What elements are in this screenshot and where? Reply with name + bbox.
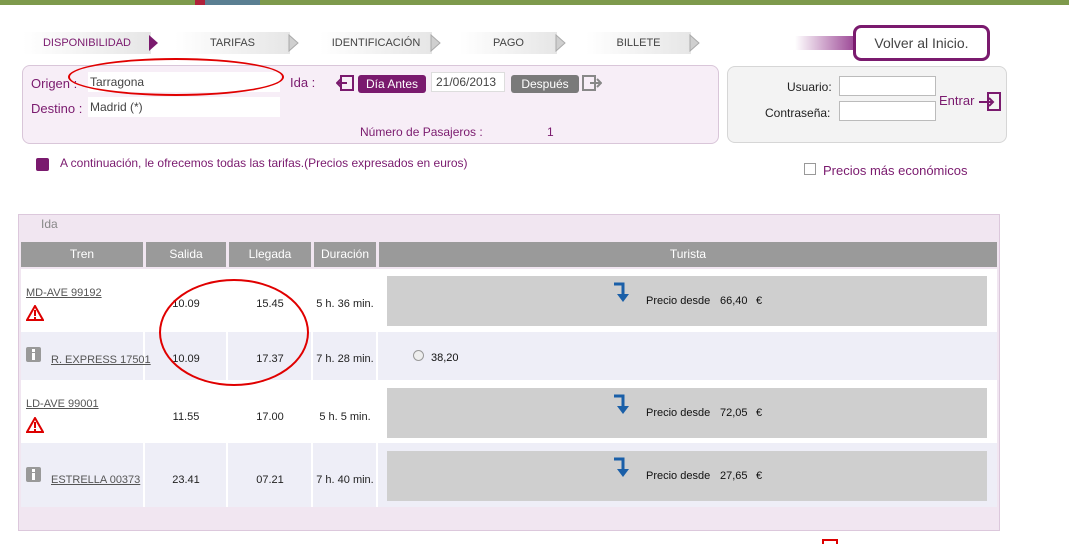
password-label: Contraseña: [765,106,831,120]
llegada-value: 07.21 [256,474,284,486]
dia-antes-button[interactable]: Día Antes [358,75,426,93]
train-link[interactable]: MD-AVE 99192 [26,287,102,299]
train-link[interactable]: ESTRELLA 00373 [51,474,140,486]
duracion-value: 5 h. 5 min. [319,411,371,423]
duracion-value: 7 h. 40 min. [316,474,374,486]
step-arrow-icon [148,32,162,54]
duracion-value: 5 h. 36 min. [316,298,374,310]
volver-inicio-button[interactable]: Volver al Inicio. [853,25,990,61]
date-field[interactable]: 21/06/2013 [431,72,505,92]
header-turista: Turista [379,242,997,267]
salida-value: 23.41 [172,474,200,486]
top-banner-accent-2 [205,0,260,5]
llegada-value: 17.00 [256,411,284,423]
ida-label: Ida : [290,75,316,90]
precio-desde-label: Precio desde [646,295,711,307]
cheapest-label: Precios más económicos [823,163,968,178]
prev-day-icon[interactable] [335,74,356,95]
train-link[interactable]: R. EXPRESS 17501 [51,354,151,366]
step-arrow-icon [689,32,703,54]
step-billete[interactable]: BILLETE [586,32,691,54]
destino-label: Destino : [31,101,83,116]
step-tarifas[interactable]: TARIFAS [175,32,290,54]
llegada-value: 15.45 [256,298,284,310]
password-input[interactable] [839,101,936,121]
step-pago[interactable]: PAGO [460,32,557,54]
next-day-icon[interactable] [582,74,603,95]
top-banner-accent [195,0,205,5]
info-icon[interactable] [26,347,41,365]
header-salida: Salida [146,242,226,267]
top-banner-bar [0,0,1069,5]
precio-desde-label: Precio desde [646,407,711,419]
price-value: 27,65 [720,470,748,482]
salida-value: 11.55 [172,411,200,423]
info-bullet-icon [36,158,49,171]
pasajeros-value: 1 [547,125,554,139]
currency-symbol: € [756,470,763,482]
currency-symbol: € [756,407,763,419]
origen-field[interactable]: Tarragona [88,72,280,92]
fares-info-text: A continuación, le ofrecemos todas las t… [60,156,468,170]
info-icon[interactable] [26,467,41,485]
expand-arrow-icon[interactable] [611,393,633,418]
expand-arrow-icon[interactable] [611,281,633,306]
destino-field[interactable]: Madrid (*) [88,97,280,117]
step-arrow-icon [555,32,569,54]
currency-symbol: € [756,295,763,307]
price-value: 72,05 [720,407,748,419]
header-duracion: Duración [314,242,376,267]
pasajeros-label: Número de Pasajeros : [360,125,483,139]
header-llegada: Llegada [229,242,311,267]
column-divider [226,269,228,507]
duracion-value: 7 h. 28 min. [316,353,374,365]
train-link[interactable]: LD-AVE 99001 [26,398,99,410]
step-arrow-icon [430,32,444,54]
step-arrow-icon [288,32,302,54]
column-divider [311,269,313,507]
usuario-label: Usuario: [787,80,832,94]
step-disponibilidad[interactable]: DISPONIBILIDAD [23,32,151,54]
fare-price: 38,20 [431,352,459,364]
fare-radio[interactable] [413,350,424,361]
results-section-label: Ida [41,217,58,231]
despues-button[interactable]: Después [511,75,579,93]
expand-arrow-icon[interactable] [611,456,633,481]
column-divider [143,269,145,507]
warning-icon[interactable] [25,303,45,324]
header-tren: Tren [21,242,143,267]
entrar-button[interactable]: Entrar [939,93,974,108]
price-value: 66,40 [720,295,748,307]
salida-value: 10.09 [172,298,200,310]
precio-desde-label: Precio desde [646,470,711,482]
warning-icon[interactable] [25,415,45,436]
column-divider [376,269,378,507]
usuario-input[interactable] [839,76,936,96]
origen-label: Origen : [31,76,78,91]
cheapest-checkbox[interactable] [804,163,816,175]
document-icon [822,539,838,544]
step-identificacion[interactable]: IDENTIFICACIÓN [320,32,432,54]
llegada-value: 17.37 [256,353,284,365]
salida-value: 10.09 [172,353,200,365]
login-icon[interactable] [978,92,1002,115]
